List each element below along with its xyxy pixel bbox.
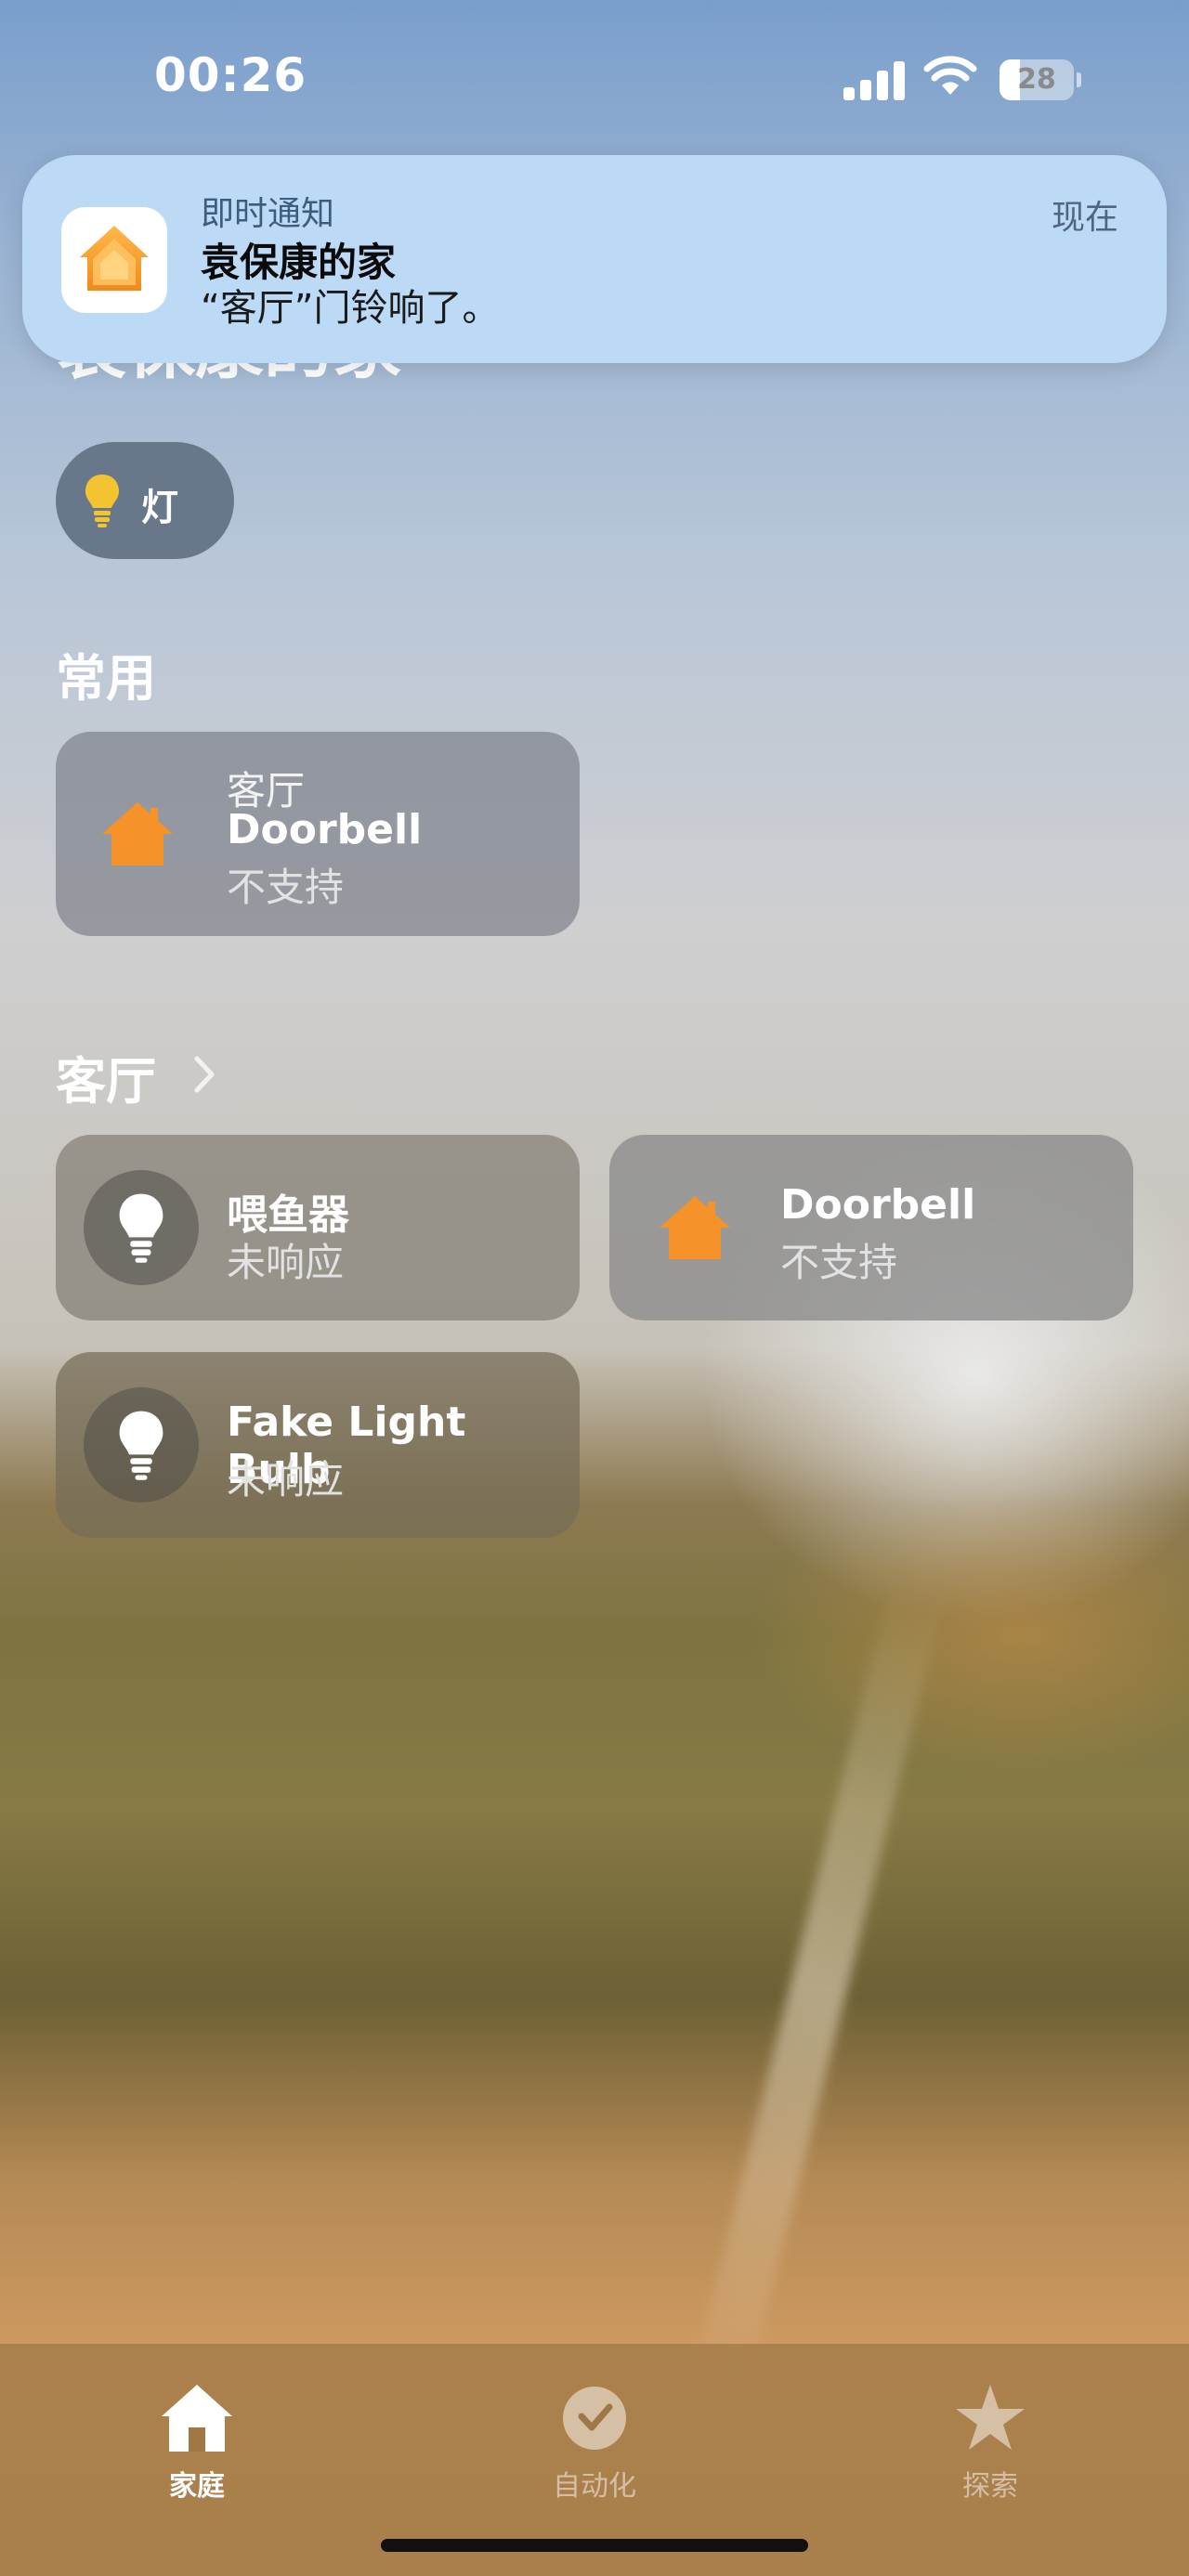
house-icon — [660, 1196, 730, 1259]
battery-indicator: 28 — [1000, 59, 1083, 102]
doorbell-tile[interactable]: Doorbell 不支持 — [609, 1135, 1133, 1321]
tab-label: 家庭 — [169, 2470, 225, 2503]
tab-label: 探索 — [962, 2470, 1018, 2503]
tile-status: 未响应 — [227, 1457, 345, 1503]
tile-status: 不支持 — [780, 1240, 898, 1285]
tab-label: 自动化 — [553, 2470, 636, 2503]
clock-check-icon — [563, 2387, 626, 2450]
cellular-signal-icon — [843, 61, 905, 100]
feeder-tile[interactable]: 喂鱼器 未响应 — [56, 1135, 580, 1321]
section-title-living-room[interactable]: 客厅 — [56, 1040, 156, 1113]
lightbulb-icon — [119, 1411, 163, 1480]
lightbulb-icon — [85, 475, 119, 527]
notification-type: 即时通知 — [201, 195, 335, 233]
notification-banner[interactable]: 即时通知 袁保康的家 “客厅”门铃响了。 现在 — [22, 155, 1167, 363]
tab-discover[interactable]: 探索 — [897, 2362, 1083, 2511]
star-icon — [956, 2385, 1025, 2450]
favorite-doorbell-tile[interactable]: 客厅 Doorbell 不支持 — [56, 732, 580, 936]
chevron-right-icon[interactable] — [191, 1051, 219, 1098]
tile-name: Doorbell — [780, 1181, 976, 1229]
notification-body: “客厅”门铃响了。 — [201, 287, 500, 330]
background-light-streak — [689, 1579, 947, 2403]
tile-status: 未响应 — [227, 1240, 345, 1285]
notification-time: 现在 — [1051, 199, 1118, 237]
tab-automation[interactable]: 自动化 — [502, 2362, 687, 2511]
bulb-button[interactable] — [84, 1387, 199, 1503]
tile-name: Doorbell — [227, 806, 423, 853]
lights-chip[interactable]: 灯 — [56, 442, 234, 559]
tile-status: 不支持 — [227, 865, 345, 910]
tab-home[interactable]: 家庭 — [104, 2362, 290, 2511]
wifi-icon — [923, 56, 977, 95]
bulb-button[interactable] — [84, 1170, 199, 1285]
house-icon — [102, 802, 173, 865]
fake-light-bulb-tile[interactable]: Fake Light Bulb 未响应 — [56, 1352, 580, 1538]
house-icon — [162, 2385, 232, 2452]
home-app-icon — [61, 207, 167, 313]
lightbulb-icon — [119, 1193, 163, 1263]
status-time: 00:26 — [154, 48, 307, 102]
chip-label: 灯 — [141, 487, 178, 529]
home-indicator[interactable] — [381, 2539, 808, 2552]
battery-percent: 28 — [1017, 63, 1056, 96]
section-title-favorites: 常用 — [56, 649, 156, 708]
